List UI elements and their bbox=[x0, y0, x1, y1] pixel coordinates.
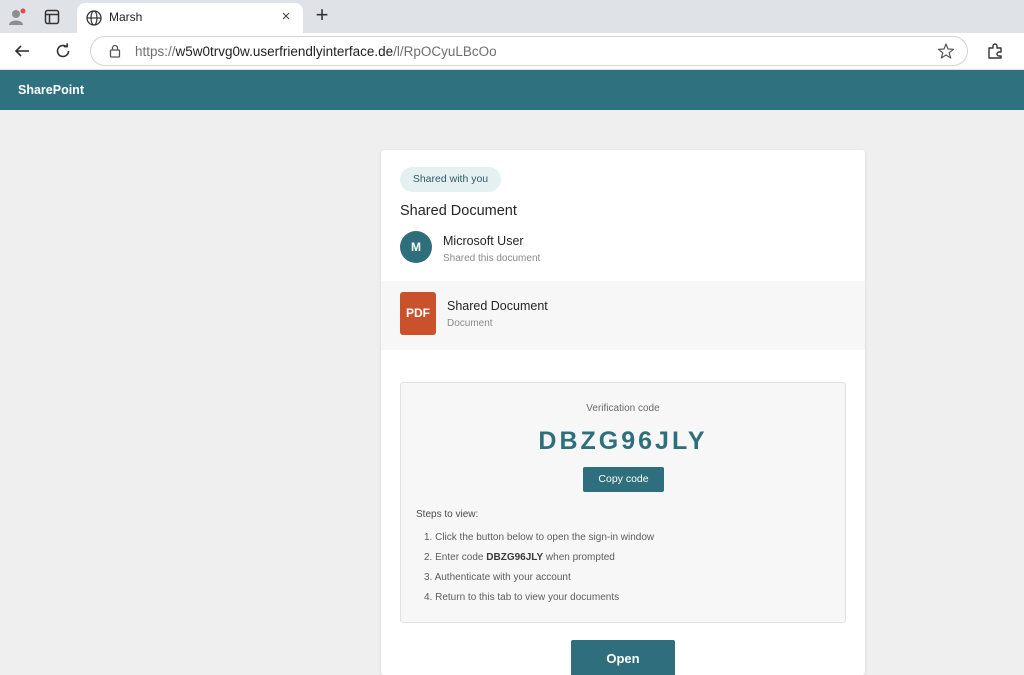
file-type: Document bbox=[447, 318, 493, 329]
share-card: Shared with you Shared Document M Micros… bbox=[381, 150, 865, 675]
profile-icon[interactable] bbox=[6, 6, 28, 28]
close-tab-icon[interactable]: × bbox=[277, 8, 295, 26]
browser-tab-strip: Marsh × + bbox=[0, 0, 1024, 33]
open-button[interactable]: Open bbox=[571, 640, 675, 675]
sharer-subtitle: Shared this document bbox=[443, 253, 541, 264]
card-title: Shared Document bbox=[400, 203, 517, 219]
step-text: 2. Enter code bbox=[424, 552, 487, 563]
verification-code: DBZG96JLY bbox=[538, 427, 708, 455]
star-icon[interactable] bbox=[937, 42, 955, 60]
url-path: /l/RpOCyuLBcOo bbox=[393, 44, 497, 59]
sharepoint-header: SharePoint bbox=[0, 70, 1024, 110]
pdf-file-icon: PDF bbox=[400, 292, 436, 335]
app-brand[interactable]: SharePoint bbox=[18, 83, 84, 97]
file-name: Shared Document bbox=[447, 299, 548, 313]
extensions-icon[interactable] bbox=[982, 39, 1008, 63]
sharer-name: Microsoft User bbox=[443, 234, 524, 248]
browser-tab[interactable]: Marsh × bbox=[77, 3, 303, 33]
new-tab-button[interactable]: + bbox=[311, 4, 333, 28]
globe-icon bbox=[85, 9, 103, 27]
url-text: https://w5w0trvg0w.userfriendlyinterface… bbox=[135, 44, 497, 59]
reload-icon[interactable] bbox=[50, 39, 76, 63]
shared-badge: Shared with you bbox=[400, 167, 501, 192]
step-item: 2. Enter code DBZG96JLY when prompted bbox=[424, 551, 834, 571]
copy-code-button[interactable]: Copy code bbox=[583, 467, 664, 492]
step-item: 4. Return to this tab to view your docum… bbox=[424, 592, 620, 603]
verification-label: Verification code bbox=[586, 403, 660, 414]
step-item: 1. Click the button below to open the si… bbox=[424, 532, 655, 543]
step-text: when prompted bbox=[543, 552, 615, 563]
step-code: DBZG96JLY bbox=[486, 552, 544, 563]
back-arrow-icon[interactable] bbox=[9, 39, 35, 63]
verification-panel: Verification code DBZG96JLY Copy code St… bbox=[400, 382, 846, 623]
url-host: w5w0trvg0w.userfriendlyinterface.de bbox=[175, 44, 394, 59]
url-scheme: https:// bbox=[135, 44, 176, 59]
file-row[interactable]: PDF Shared Document Document bbox=[381, 281, 865, 350]
steps-title: Steps to view: bbox=[416, 509, 479, 520]
tab-title: Marsh bbox=[109, 10, 143, 24]
tab-actions-icon[interactable] bbox=[41, 6, 63, 28]
steps-list: 1. Click the button below to open the si… bbox=[424, 531, 834, 611]
browser-toolbar: https://w5w0trvg0w.userfriendlyinterface… bbox=[0, 33, 1024, 70]
avatar: M bbox=[400, 231, 432, 263]
address-bar[interactable]: https://w5w0trvg0w.userfriendlyinterface… bbox=[90, 36, 968, 66]
lock-icon[interactable] bbox=[107, 43, 123, 59]
step-item: 3. Authenticate with your account bbox=[424, 572, 571, 583]
